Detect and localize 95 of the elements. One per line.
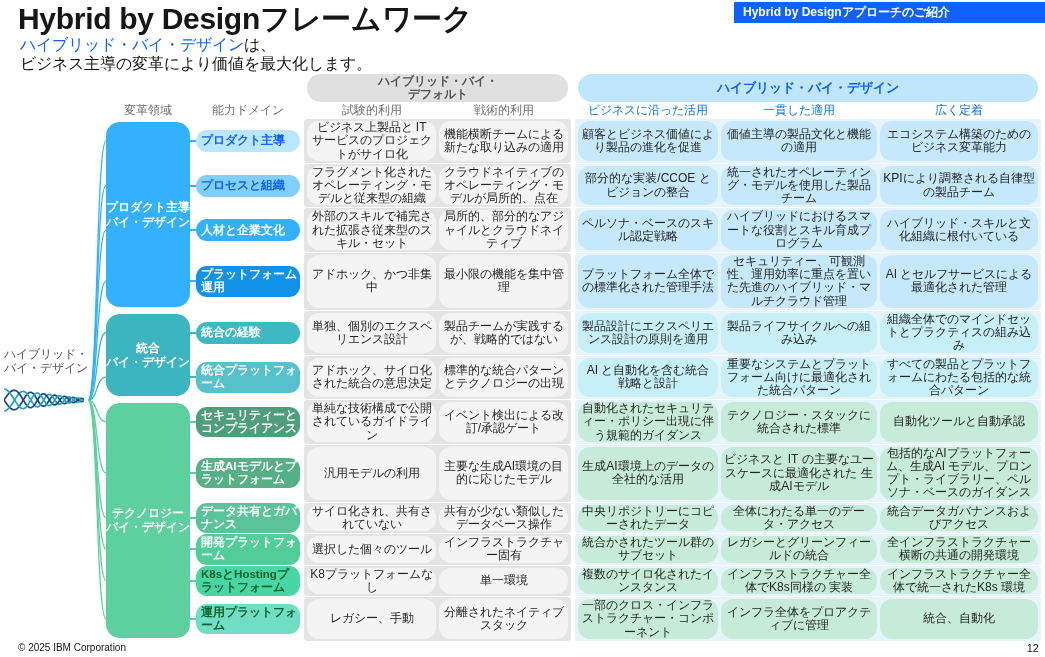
stage-column-header: 試験的利用: [340, 103, 403, 118]
table-cell: 全体にわたる単一のデータ・アクセス: [721, 504, 877, 532]
area-label: バイ・デザイン: [106, 520, 190, 535]
table-cell: 局所的、部分的なアジャイルとクラウドネイティブ: [439, 210, 568, 251]
table-cell: ビジネスと IT の主要なユースケースに最適化された 生成AIモデル: [721, 446, 877, 500]
domain-tag: プラットフォーム運用: [196, 266, 300, 297]
table-cell: ビジネス上製品と IT サービスのプロジェクトがサイロ化: [307, 121, 436, 161]
area-label: バイ・デザイン: [106, 214, 190, 229]
domain-tag: 運用プラットフォーム: [196, 603, 300, 635]
table-cell: セキュリティー、可観測性、運用効率に重点を置いた先進のハイブリッド・マルチクラウド管理: [721, 255, 877, 308]
table-cell: 共有が少ない類似したデータベース操作: [439, 504, 568, 532]
table-cell: 単一環境: [439, 567, 568, 595]
table-cell: 組織全体でのマインドセットとプラクティスの組み込み: [880, 312, 1038, 353]
table-cell: 統合、自動化: [880, 599, 1038, 639]
table-cell: アドホック、かつ非集中: [307, 255, 436, 308]
table-cell: レガシーとグリーンフィールドの統合: [721, 536, 877, 563]
table-cell: 外部のスキルで補完された拡張さ従来型のスキル・セット: [307, 210, 436, 251]
table-cell: 一部のクロス・インフラストラクチャー・コンポーネント: [578, 599, 718, 639]
table-cell: 重要なシステムとプラットフォーム向けに最適化された統合パターン: [721, 357, 877, 398]
table-cell: 複数のサイロ化されたインスタンス: [578, 567, 718, 595]
table-cell: AI と自動化を含む統合戦略と設計: [578, 357, 718, 398]
table-cell: インフラストラクチャー全体でK8s同様の 実装: [721, 567, 877, 595]
domain-tag: プロセスと組織: [196, 174, 300, 197]
table-cell: 部分的な実装/CCOE とビジョンの整合: [578, 165, 718, 206]
stage-column-header: 広く定着: [934, 103, 984, 118]
area-label: 統合: [136, 340, 160, 355]
table-cell: アドホック、サイロ化された統合の意思決定: [307, 357, 436, 398]
table-cell: 標準的な統合パターンとテクノロジーの出現: [439, 357, 568, 398]
table-cell: 汎用モデルの利用: [307, 446, 436, 500]
table-cell: エコシステム構築のためのビジネス変革能力: [880, 121, 1038, 161]
table-cell: インフラストラクチャー固有: [439, 536, 568, 563]
table-cell: プラットフォーム全体での標準化された管理手法: [578, 255, 718, 308]
domain-tag: セキュリティーとコンプライアンス: [196, 406, 300, 438]
subtitle: ハイブリッド・バイ・デザインは、 ビジネス主導の変革により価値を最大化します。: [20, 36, 373, 74]
framework-label: ハイブリッド・: [4, 346, 88, 361]
table-cell: ハイブリッド・スキルと文化組織に根付いている: [880, 210, 1038, 251]
table-cell: 主要な生成AI環境の目的に応じたモデル: [439, 446, 568, 500]
area-column-header: 変革領域: [123, 103, 173, 118]
table-cell: 全インフラストラクチャー横断の共通の開発環境: [880, 536, 1038, 563]
area-label: バイ・デザイン: [106, 355, 190, 370]
table-cell: 統一されたオペレーティング・モデルを使用した製品チーム: [721, 165, 877, 206]
table-cell: 単純な技術構成で公開されているガイドライン: [307, 402, 436, 442]
table-cell: 生成AI環境上のデータの全社的な活用: [578, 446, 718, 500]
table-cell: 中央リポジトリーにコピーされたデータ: [578, 504, 718, 532]
area-label: テクノロジー: [112, 506, 184, 521]
table-cell: イベント検出による改訂/承認ゲート: [439, 402, 568, 442]
domain-column-header: 能力ドメイン: [211, 103, 285, 118]
table-cell: レガシー、手動: [307, 599, 436, 639]
table-cell: フラグメント化されたオペレーティング・モデルと従来型の組織: [307, 165, 436, 206]
table-cell: 顧客とビジネス価値により製品の進化を促進: [578, 121, 718, 161]
table-cell: インフラストラクチャー全体で統一されたK8s 環境: [880, 567, 1038, 595]
table-cell: 包括的なAIプラットフォーム、生成AI モデル、プロンプト・ライブラリー、ペルソナ・ベースのガイダンス: [880, 446, 1038, 500]
group-header-text: ハイブリッド・バイ・: [377, 75, 498, 89]
domain-tag: 統合プラットフォーム: [196, 362, 300, 393]
copyright-text: © 2025 IBM Corporation: [18, 642, 126, 655]
table-cell: テクノロジー・スタックに統合された標準: [721, 402, 877, 442]
group-header-text: デフォルト: [407, 88, 468, 102]
table-cell: K8プラットフォームなし: [307, 567, 436, 595]
framework-label: バイ・デザイン: [4, 361, 88, 376]
table-cell: 自動化ツールと自動承認: [880, 402, 1038, 442]
table-cell: ペルソナ・ベースのスキル認定戦略: [578, 210, 718, 251]
domain-tag: プロダクト主導: [196, 130, 300, 152]
table-cell: KPIにより調整される自律型の製品チーム: [880, 165, 1038, 206]
group-header-text: ハイブリッド・バイ・デザイン: [717, 81, 899, 96]
stage-column-header: ビジネスに沿った活用: [587, 103, 709, 118]
area-label: プロダクト主導: [106, 200, 190, 215]
table-cell: 製品チームが実践するが、戦略的ではない: [439, 312, 568, 353]
table-cell: 機能横断チームによる新たな取り込みの適用: [439, 121, 568, 161]
table-cell: サイロ化され、共有されていない: [307, 504, 436, 532]
table-cell: 統合データガバナンスおよびアクセス: [880, 504, 1038, 532]
table-cell: 統合かされたツール群のサブセット: [578, 536, 718, 563]
table-cell: 分離されたネイティブスタック: [439, 599, 568, 639]
domain-tag: 生成AIモデルとプラットフォーム: [196, 458, 300, 489]
domain-tag: K8sとHostingプラットフォーム: [196, 565, 300, 597]
table-cell: 単独、個別のエクスペリエンス設計: [307, 312, 436, 353]
domain-tag: データ共有とガバナンス: [196, 502, 300, 534]
domain-tag: 統合の経験: [196, 321, 300, 344]
helix-icon: [4, 387, 84, 414]
table-cell: インフラ全体をプロアクティブに管理: [721, 599, 877, 639]
table-cell: 価値主導の製品文化と機能の適用: [721, 121, 877, 161]
table-cell: ハイブリッドにおけるスマートな役割とスキル育成プログラム: [721, 210, 877, 251]
stage-column-header: 一貫した適用: [762, 103, 836, 118]
stage-column-header: 戦術的利用: [472, 103, 535, 118]
table-cell: 製品設計にエクスペリエンス設計の原則を適用: [578, 312, 718, 353]
table-cell: 選択した個々のツール: [307, 536, 436, 563]
table-cell: クラウドネイティブのオペレーティング・モデルが局所的、点在: [439, 165, 568, 206]
table-cell: 自動化されたセキュリティー・ポリシー出現に伴う規範的ガイダンス: [578, 402, 718, 442]
domain-tag: 開発プラットフォーム: [196, 534, 300, 565]
domain-tag: 人材と企業文化: [196, 219, 300, 242]
table-cell: AI とセルフサービスによる最適化された管理: [880, 255, 1038, 308]
page-number: 12: [1026, 641, 1039, 655]
table-cell: すべての製品とプラットフォームにわたる包括的な統合パターン: [880, 357, 1038, 398]
table-cell: 製品ライフサイクルへの組み込み: [721, 312, 877, 353]
table-cell: 最小限の機能を集中管理: [439, 255, 568, 308]
section-banner: Hybrid by Designアプローチのご紹介: [734, 2, 1045, 23]
